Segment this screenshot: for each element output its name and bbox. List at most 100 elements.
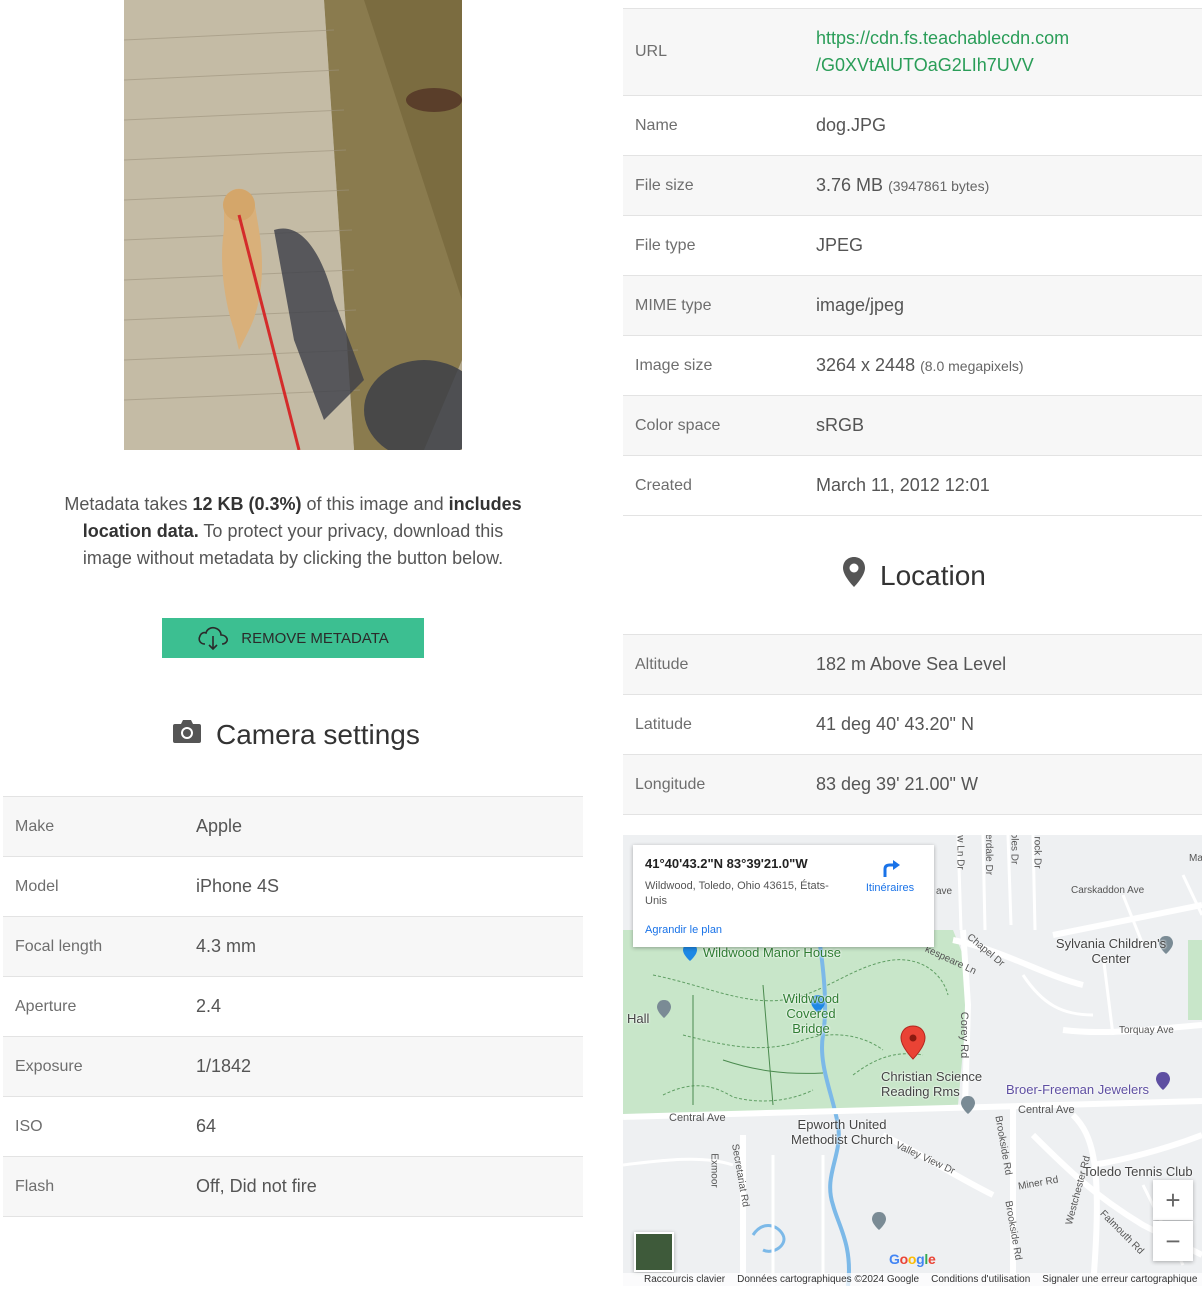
poi-christian-science[interactable]: Christian Science Reading Rms bbox=[881, 1069, 991, 1099]
poi-sylvania-center[interactable]: Sylvania Children's Center bbox=[1053, 936, 1169, 966]
row-key: File type bbox=[623, 215, 816, 276]
row-key: Longitude bbox=[623, 754, 816, 815]
street-oles: oles Dr bbox=[1008, 835, 1020, 865]
directions-icon bbox=[861, 857, 919, 882]
directions-button[interactable]: Itinéraires bbox=[861, 857, 919, 894]
keyboard-shortcuts-link[interactable]: Raccourcis clavier bbox=[644, 1274, 725, 1285]
street-torquay: Torquay Ave bbox=[1119, 1025, 1174, 1036]
notice-size: 12 KB (0.3%) bbox=[192, 494, 302, 514]
table-row: Color space sRGB bbox=[623, 395, 1202, 456]
zoom-out-button[interactable]: − bbox=[1153, 1221, 1193, 1261]
row-value: iPhone 4S bbox=[196, 856, 583, 917]
table-row: Altitude 182 m Above Sea Level bbox=[623, 634, 1202, 695]
remove-metadata-button[interactable]: REMOVE METADATA bbox=[162, 618, 424, 658]
table-row: Aperture 2.4 bbox=[3, 976, 583, 1037]
row-key: Latitude bbox=[623, 694, 816, 755]
row-value: 3.76 MB (3947861 bytes) bbox=[816, 155, 1202, 216]
poi-broer-freeman[interactable]: Broer-Freeman Jewelers bbox=[1006, 1082, 1149, 1097]
table-row: File type JPEG bbox=[623, 215, 1202, 276]
camera-icon bbox=[172, 718, 202, 751]
table-row: Name dog.JPG bbox=[623, 95, 1202, 156]
dog-photo bbox=[124, 0, 462, 450]
camera-settings-table: Make Apple Model iPhone 4S Focal length 4.3… bbox=[3, 796, 583, 1217]
street-ma: Ma bbox=[1189, 853, 1202, 864]
report-error-link[interactable]: Signaler une erreur cartographique bbox=[1042, 1274, 1197, 1285]
table-row: Make Apple bbox=[3, 796, 583, 857]
row-key: URL bbox=[623, 8, 816, 96]
row-key: Model bbox=[3, 856, 196, 917]
poi-tennis-club[interactable]: Toledo Tennis Club bbox=[1083, 1164, 1193, 1179]
camera-settings-label: Camera settings bbox=[216, 718, 420, 750]
row-key: Exposure bbox=[3, 1036, 196, 1097]
map-marker-icon bbox=[842, 556, 866, 595]
directions-label: Itinéraires bbox=[865, 882, 915, 894]
terms-link[interactable]: Conditions d'utilisation bbox=[931, 1274, 1030, 1285]
poi-epworth-church[interactable]: Epworth United Methodist Church bbox=[783, 1117, 901, 1147]
row-key: MIME type bbox=[623, 275, 816, 336]
poi-wildwood-manor[interactable]: Wildwood Manor House bbox=[703, 945, 841, 960]
row-value: 3264 x 2448 (8.0 megapixels) bbox=[816, 335, 1202, 396]
poi-covered-bridge-label: Wildwood Covered Bridge bbox=[782, 991, 840, 1036]
street-exmoor: Exmoor bbox=[708, 1153, 720, 1188]
row-key: Color space bbox=[623, 395, 816, 456]
table-row: Created March 11, 2012 12:01 bbox=[623, 455, 1202, 516]
street-ln-dr: w Ln Dr bbox=[954, 835, 966, 870]
street-corey: Corey Rd bbox=[958, 1011, 971, 1059]
row-value: 64 bbox=[196, 1096, 583, 1157]
row-key: Name bbox=[623, 95, 816, 156]
row-key: Make bbox=[3, 796, 196, 857]
table-row: File size 3.76 MB (3947861 bytes) bbox=[623, 155, 1202, 216]
url-line-2: /G0XVtAlUTOaG2LIh7UVV bbox=[816, 55, 1034, 75]
row-key: Focal length bbox=[3, 916, 196, 977]
notice-prefix: Metadata takes bbox=[64, 494, 193, 514]
table-row: Flash Off, Did not fire bbox=[3, 1156, 583, 1217]
row-value: 83 deg 39' 21.00" W bbox=[816, 754, 1202, 815]
row-value: 1/1842 bbox=[196, 1036, 583, 1097]
row-value: sRGB bbox=[816, 395, 1202, 456]
image-size-detail: (8.0 megapixels) bbox=[920, 358, 1024, 374]
row-key: Image size bbox=[623, 335, 816, 396]
table-row: Model iPhone 4S bbox=[3, 856, 583, 917]
google-logo: Google bbox=[889, 1251, 936, 1267]
table-row: Latitude 41 deg 40' 43.20" N bbox=[623, 694, 1202, 755]
file-size-detail: (3947861 bytes) bbox=[888, 178, 990, 194]
street-rock: rock Dr bbox=[1031, 836, 1043, 869]
map-data-credit: Données cartographiques ©2024 Google bbox=[737, 1274, 920, 1285]
url-value: https://cdn.fs.teachablecdn.com/G0XVtAlU… bbox=[816, 8, 1202, 96]
metadata-notice: Metadata takes 12 KB (0.3%) of this imag… bbox=[62, 491, 524, 572]
row-key: ISO bbox=[3, 1096, 196, 1157]
row-value: 182 m Above Sea Level bbox=[816, 634, 1202, 695]
url-line-1: https://cdn.fs.teachablecdn.com bbox=[816, 28, 1070, 48]
poi-hall[interactable]: Hall bbox=[627, 1011, 649, 1026]
poi-covered-bridge[interactable]: Wildwood Covered Bridge bbox=[766, 991, 856, 1036]
street-ave: ave bbox=[936, 886, 953, 897]
row-key: File size bbox=[623, 155, 816, 216]
location-title: Location bbox=[842, 556, 986, 595]
table-row: MIME type image/jpeg bbox=[623, 275, 1202, 336]
url-link[interactable]: https://cdn.fs.teachablecdn.com/G0XVtAlU… bbox=[816, 25, 1202, 79]
zoom-in-button[interactable]: + bbox=[1153, 1180, 1193, 1220]
row-value: Off, Did not fire bbox=[196, 1156, 583, 1217]
row-value: dog.JPG bbox=[816, 95, 1202, 156]
row-key: Aperture bbox=[3, 976, 196, 1037]
notice-middle: of this image and bbox=[301, 494, 449, 514]
table-row: Image size 3264 x 2448 (8.0 megapixels) bbox=[623, 335, 1202, 396]
row-key: Altitude bbox=[623, 634, 816, 695]
map-attribution: Raccourcis clavier Données cartographiqu… bbox=[623, 1273, 1202, 1286]
street-erdale: erdale Dr bbox=[983, 835, 995, 876]
row-value: image/jpeg bbox=[816, 275, 1202, 336]
location-label: Location bbox=[880, 559, 986, 591]
camera-settings-title: Camera settings bbox=[172, 718, 420, 751]
cloud-download-icon bbox=[197, 625, 229, 651]
row-key: Flash bbox=[3, 1156, 196, 1217]
enlarge-map-link[interactable]: Agrandir le plan bbox=[645, 924, 922, 936]
street-central-west: Central Ave bbox=[669, 1112, 726, 1124]
zoom-in-icon: + bbox=[1165, 1184, 1181, 1215]
location-map[interactable]: Wildwood Manor House Wildwood Covered Br… bbox=[623, 835, 1202, 1286]
table-row: Exposure 1/1842 bbox=[3, 1036, 583, 1097]
row-value: March 11, 2012 12:01 bbox=[816, 455, 1202, 516]
remove-metadata-label: REMOVE METADATA bbox=[241, 629, 389, 647]
map-info-card: 41°40'43.2"N 83°39'21.0"W Wildwood, Tole… bbox=[633, 845, 934, 947]
row-value: Apple bbox=[196, 796, 583, 857]
satellite-layer-toggle[interactable] bbox=[634, 1232, 674, 1272]
